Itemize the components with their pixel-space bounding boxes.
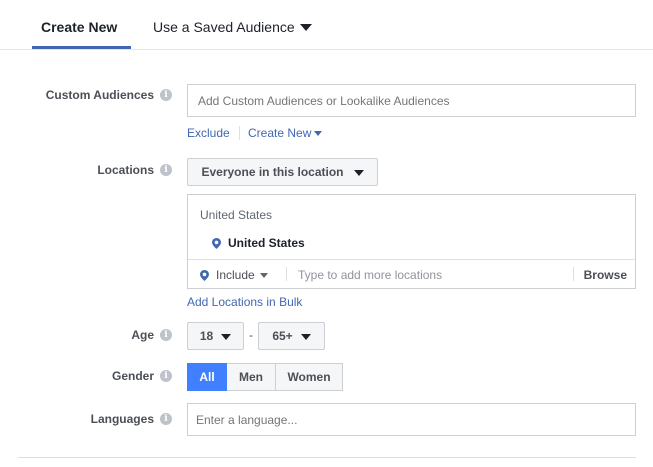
age-range-dash: -: [249, 328, 253, 342]
languages-label: Languages: [90, 412, 154, 426]
gender-all-button[interactable]: All: [187, 363, 227, 391]
info-icon[interactable]: i: [160, 89, 172, 101]
chevron-down-icon: [221, 333, 232, 340]
active-tab-indicator: [32, 46, 131, 49]
tab-saved-audience[interactable]: Use a Saved Audience: [153, 19, 312, 35]
divider: [286, 267, 287, 281]
audience-tabs: Create New Use a Saved Audience: [0, 0, 653, 50]
chevron-down-icon: [259, 273, 268, 278]
chevron-down-icon: [300, 333, 311, 340]
info-icon[interactable]: i: [160, 164, 172, 176]
location-input-bar: Include Type to add more locations Brows…: [188, 259, 635, 288]
age-label: Age: [131, 328, 154, 342]
exclude-link[interactable]: Exclude: [187, 126, 230, 140]
location-selector: United States United States Include Type…: [187, 194, 636, 289]
divider: [573, 267, 574, 281]
languages-label-row: Languages i: [20, 411, 172, 427]
create-new-audience-link[interactable]: Create New: [248, 126, 323, 140]
age-min-dropdown[interactable]: 18: [187, 322, 244, 350]
info-icon[interactable]: i: [160, 329, 172, 341]
location-search-input[interactable]: Type to add more locations: [298, 268, 442, 282]
custom-audiences-label-row: Custom Audiences i: [20, 87, 172, 103]
link-divider: [239, 126, 240, 140]
age-label-row: Age i: [20, 327, 172, 343]
locations-label-row: Locations i: [20, 162, 172, 178]
create-new-audience-label: Create New: [248, 126, 312, 140]
browse-button[interactable]: Browse: [584, 268, 627, 282]
language-input[interactable]: [187, 403, 636, 436]
age-min-value: 18: [199, 329, 214, 343]
location-pin-icon: [200, 269, 209, 281]
gender-selector: All Men Women: [187, 363, 343, 391]
location-group-header: United States: [200, 208, 273, 222]
info-icon[interactable]: i: [160, 413, 172, 425]
chevron-down-icon: [314, 131, 323, 136]
tab-saved-audience-label: Use a Saved Audience: [153, 19, 295, 35]
selected-location[interactable]: United States: [212, 236, 305, 250]
include-label: Include: [216, 268, 255, 282]
gender-women-button[interactable]: Women: [276, 363, 343, 391]
selected-location-label: United States: [228, 236, 305, 250]
location-type-dropdown[interactable]: Everyone in this location: [187, 158, 378, 186]
gender-label-row: Gender i: [20, 368, 172, 384]
add-locations-bulk-link[interactable]: Add Locations in Bulk: [187, 295, 302, 309]
info-icon[interactable]: i: [160, 370, 172, 382]
tab-create-new[interactable]: Create New: [41, 19, 117, 35]
include-dropdown[interactable]: Include: [200, 268, 268, 282]
age-max-value: 65+: [272, 329, 293, 343]
section-divider: [18, 457, 636, 458]
locations-label: Locations: [97, 163, 154, 177]
chevron-down-icon: [299, 24, 312, 31]
gender-men-button[interactable]: Men: [227, 363, 276, 391]
location-type-label: Everyone in this location: [201, 165, 344, 179]
age-max-dropdown[interactable]: 65+: [258, 322, 325, 350]
location-pin-icon: [212, 237, 221, 249]
custom-audiences-label: Custom Audiences: [45, 88, 154, 102]
gender-label: Gender: [111, 369, 154, 383]
custom-audiences-input[interactable]: [187, 84, 636, 117]
chevron-down-icon: [353, 169, 364, 176]
